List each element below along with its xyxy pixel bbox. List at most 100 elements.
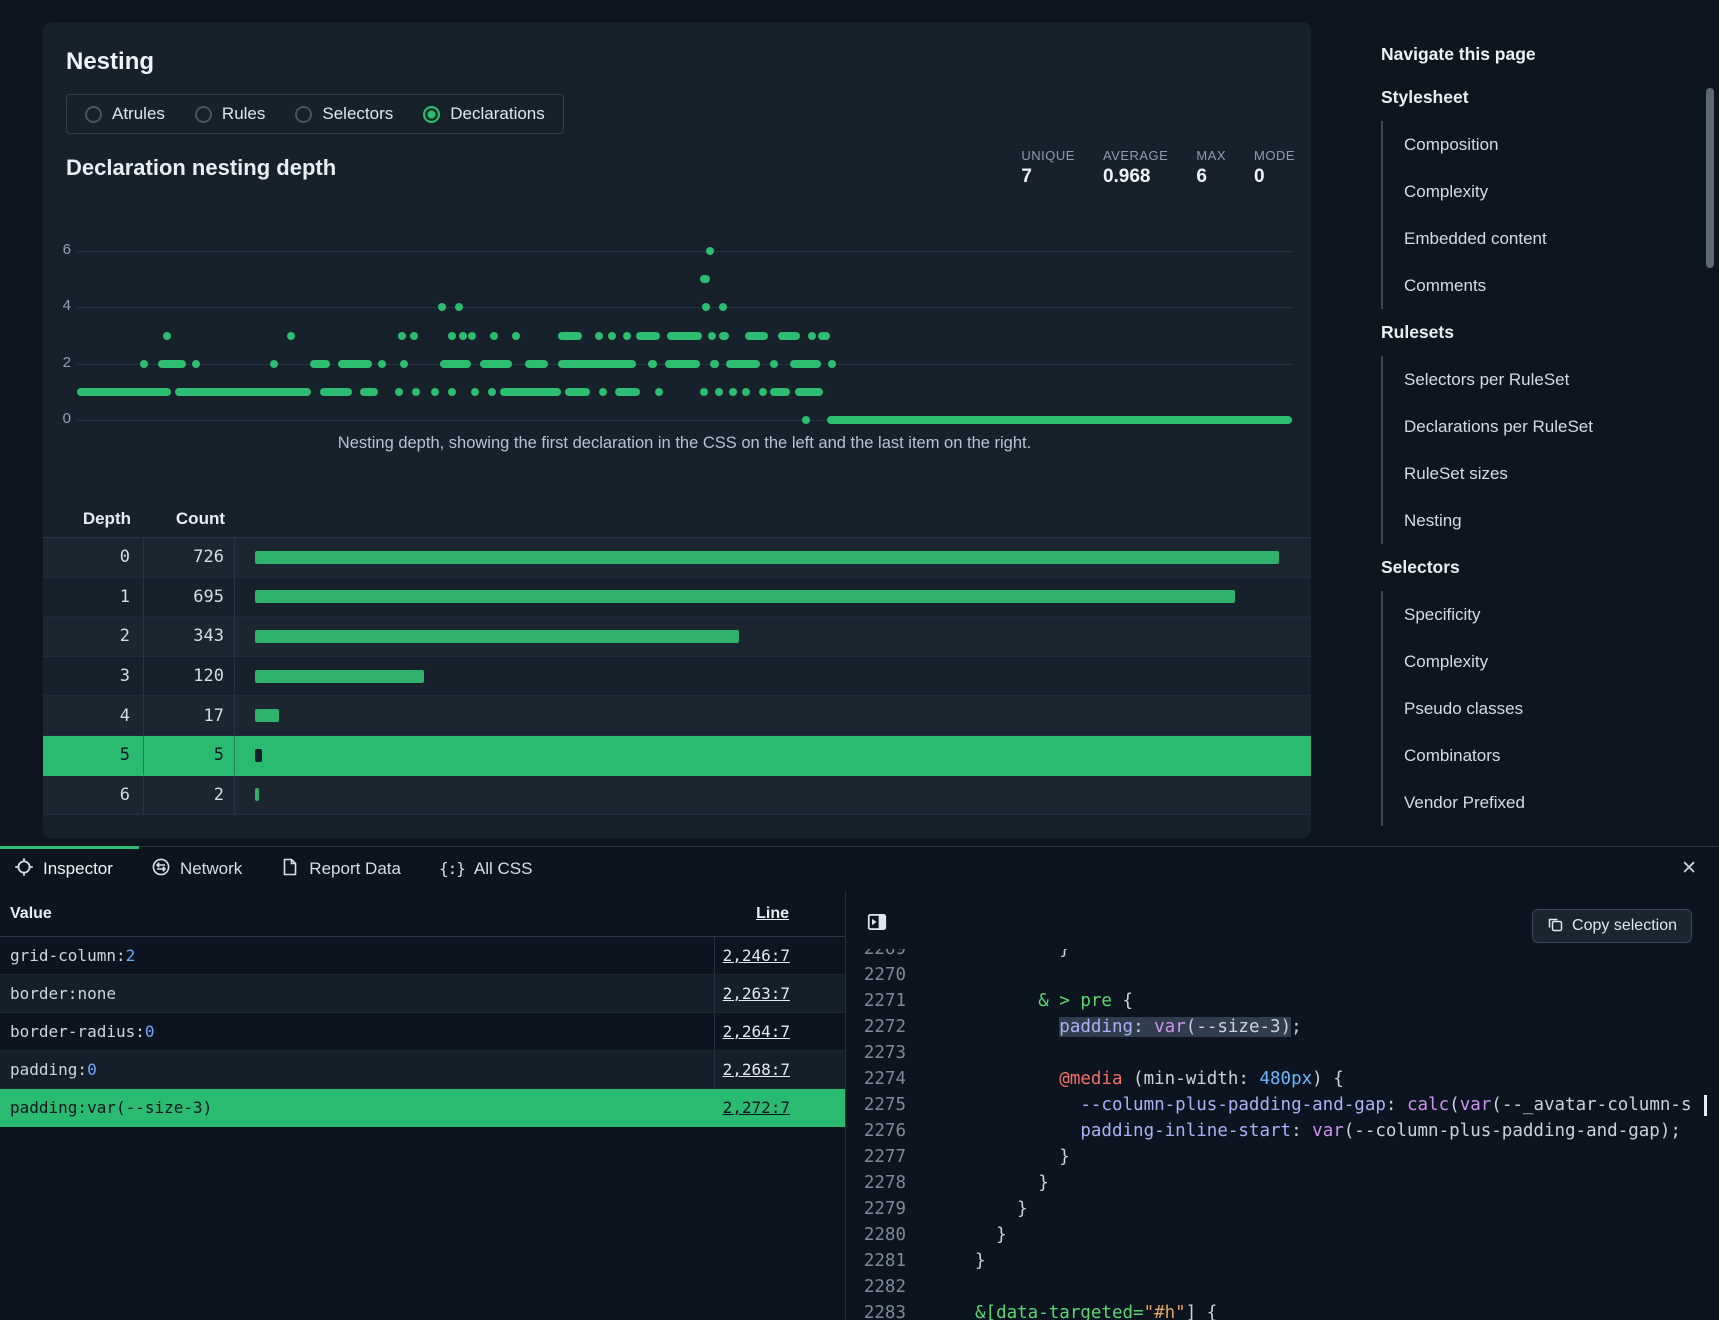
sidebar-item-pseudo-classes[interactable]: Pseudo classes [1383, 685, 1691, 732]
scatter-points-depth-2 [440, 360, 470, 368]
scatter-points-depth-3 [818, 332, 830, 340]
inspector-result-row[interactable]: padding: var(--size-3)2,272:7 [0, 1089, 845, 1127]
sidebar-item-combinators[interactable]: Combinators [1383, 732, 1691, 779]
tab-inspector[interactable]: Inspector [14, 857, 113, 882]
network-icon [151, 857, 171, 882]
count-bar [255, 670, 424, 683]
stat-label: AVERAGE [1103, 148, 1168, 163]
depth-cell: 6 [43, 776, 144, 815]
code-text: } [906, 1144, 1070, 1170]
line-number: 2278 [846, 1170, 906, 1196]
scatter-points-depth-1 [770, 388, 791, 396]
close-icon[interactable]: ✕ [1681, 857, 1697, 880]
property-value: 2 [126, 946, 136, 965]
scatter-points-depth-1 [431, 388, 439, 396]
code-token [975, 1121, 1080, 1141]
sidebar-item-declarations-per-ruleset[interactable]: Declarations per RuleSet [1383, 403, 1691, 450]
nav-items-rulesets: Selectors per RuleSetDeclarations per Ru… [1381, 356, 1691, 544]
text-caret [1704, 1095, 1707, 1116]
panel-toggle-icon[interactable] [866, 911, 888, 933]
radio-option-selectors[interactable]: Selectors [295, 104, 393, 124]
line-link[interactable]: 2,272:7 [723, 1098, 790, 1117]
scatter-points-depth-1 [700, 388, 708, 396]
depth-table-row[interactable]: 62 [43, 776, 1311, 816]
tab-label: Inspector [43, 859, 113, 879]
code-token: ] { [1186, 1303, 1218, 1320]
code-toolbar: Copy selection [846, 891, 1719, 949]
bar-cell [235, 709, 1311, 722]
inspector-result-row[interactable]: grid-column: 22,246:7 [0, 937, 845, 975]
tab-all-css[interactable]: {:}All CSS [439, 859, 532, 879]
copy-icon [1547, 916, 1563, 937]
code-token: } [975, 1251, 986, 1271]
radio-label: Rules [222, 104, 265, 124]
section-title: Declaration nesting depth [66, 155, 336, 181]
stat-label: MAX [1196, 148, 1226, 163]
inspector-table-header: Value Line [0, 891, 845, 937]
sidebar-item-nesting[interactable]: Nesting [1383, 497, 1691, 544]
bar-cell [235, 670, 1311, 683]
radio-option-declarations[interactable]: Declarations [423, 104, 545, 124]
copy-selection-button[interactable]: Copy selection [1532, 909, 1692, 943]
line-link[interactable]: 2,264:7 [723, 1022, 790, 1041]
scatter-points-depth-3 [468, 332, 476, 340]
y-tick-label: 0 [51, 410, 71, 427]
line-link[interactable]: 2,268:7 [723, 1060, 790, 1079]
sidebar-item-complexity[interactable]: Complexity [1383, 168, 1691, 215]
gridline-4: 4 [77, 307, 1292, 308]
scatter-points-depth-2 [665, 360, 700, 368]
sidebar-item-comments[interactable]: Comments [1383, 262, 1691, 309]
sidebar-item-complexity[interactable]: Complexity [1383, 638, 1691, 685]
line-cell: 2,246:7 [715, 946, 845, 965]
line-number: 2272 [846, 1014, 906, 1040]
line-link[interactable]: 2,246:7 [723, 946, 790, 965]
code-token: &[data-targeted= [975, 1303, 1144, 1320]
count-bar [255, 709, 279, 722]
page-scrollbar-thumb[interactable] [1706, 88, 1714, 268]
radio-option-atrules[interactable]: Atrules [85, 104, 165, 124]
sidebar-item-ruleset-sizes[interactable]: RuleSet sizes [1383, 450, 1691, 497]
tab-network[interactable]: Network [151, 857, 242, 882]
radio-label: Atrules [112, 104, 165, 124]
code-line: 2269 } [846, 949, 1719, 962]
nav-heading-selectors: Selectors [1381, 544, 1691, 591]
property-name: border: [10, 984, 77, 1003]
inspector-result-row[interactable]: border-radius: 02,264:7 [0, 1013, 845, 1051]
code-scroll-area[interactable]: 2269 }22702271 & > pre {2272 padding: va… [846, 949, 1719, 1320]
metric-radio-group: Atrules Rules Selectors Declarations [66, 94, 564, 134]
radio-label: Declarations [450, 104, 545, 124]
depth-table-row[interactable]: 55 [43, 736, 1311, 776]
inspector-result-row[interactable]: padding: 02,268:7 [0, 1051, 845, 1089]
depth-table-row[interactable]: 1695 [43, 578, 1311, 618]
line-number: 2269 [846, 949, 906, 962]
sidebar-item-selectors-per-ruleset[interactable]: Selectors per RuleSet [1383, 356, 1691, 403]
line-number: 2274 [846, 1066, 906, 1092]
tab-report-data[interactable]: Report Data [280, 857, 401, 882]
line-link[interactable]: 2,263:7 [723, 984, 790, 1003]
sidebar-item-composition[interactable]: Composition [1383, 121, 1691, 168]
scatter-points-depth-1 [412, 388, 420, 396]
declaration-cell: border: none [0, 975, 715, 1012]
depth-table-row[interactable]: 0726 [43, 538, 1311, 578]
copy-selection-label: Copy selection [1572, 917, 1677, 935]
depth-table-row[interactable]: 3120 [43, 657, 1311, 697]
page-title: Nesting [66, 48, 154, 76]
count-bar [255, 551, 1279, 564]
scatter-points-depth-1 [655, 388, 663, 396]
gridline-2: 2 [77, 364, 1292, 365]
gridline-6: 6 [77, 251, 1292, 252]
count-column-header: Count [144, 509, 235, 529]
line-number: 2276 [846, 1118, 906, 1144]
scatter-points-depth-2 [790, 360, 820, 368]
sidebar-item-specificity[interactable]: Specificity [1383, 591, 1691, 638]
sidebar-item-embedded-content[interactable]: Embedded content [1383, 215, 1691, 262]
inspector-result-row[interactable]: border: none 2,263:7 [0, 975, 845, 1013]
sidebar-item-vendor-prefixed[interactable]: Vendor Prefixed [1383, 779, 1691, 826]
scatter-points-depth-1 [615, 388, 639, 396]
depth-table-row[interactable]: 417 [43, 696, 1311, 736]
line-column-header[interactable]: Line [715, 905, 845, 923]
code-text: &[data-targeted="#h"] { [906, 1300, 1217, 1320]
scatter-points-depth-0 [827, 416, 1292, 424]
radio-option-rules[interactable]: Rules [195, 104, 265, 124]
depth-table-row[interactable]: 2343 [43, 617, 1311, 657]
